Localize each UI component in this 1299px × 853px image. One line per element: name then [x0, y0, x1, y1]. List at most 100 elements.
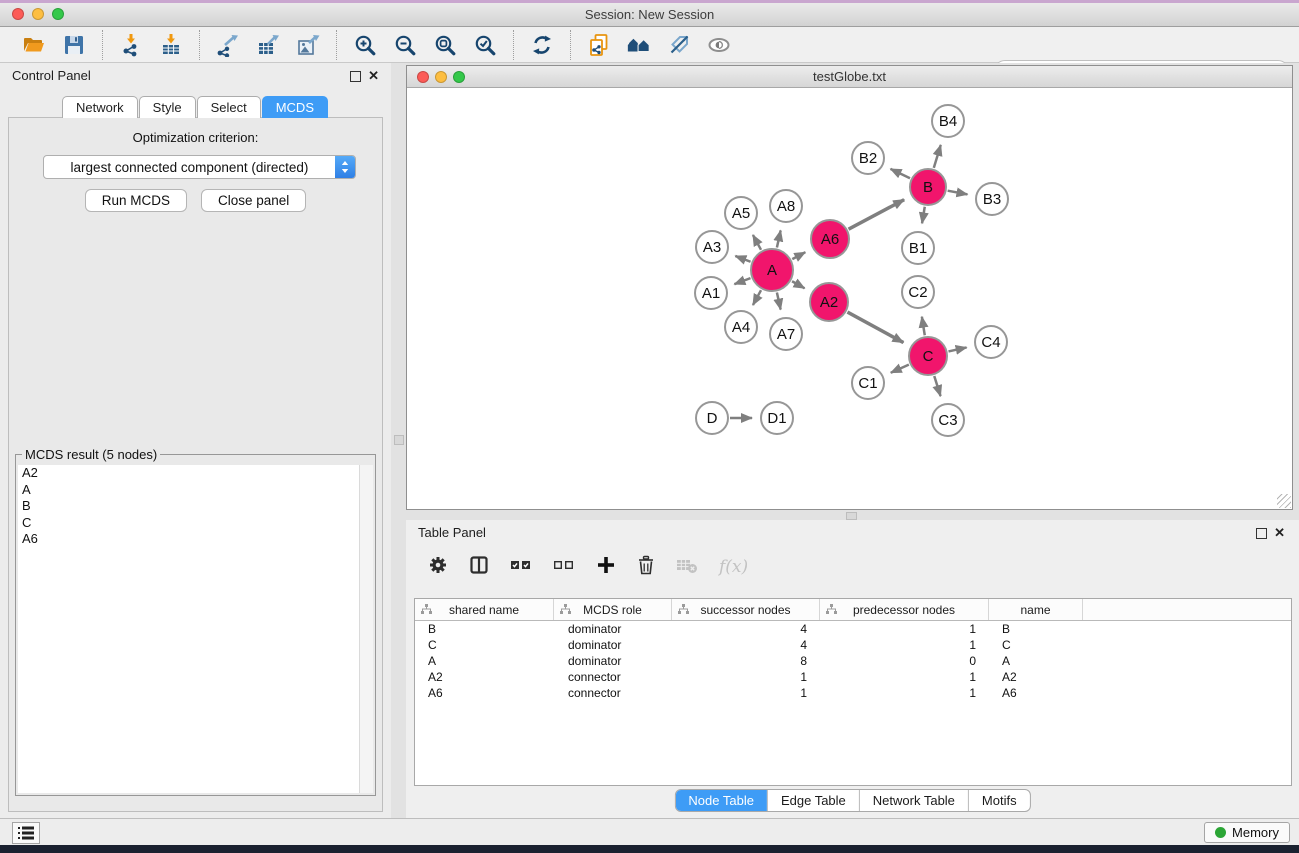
graph-edge-A-A6[interactable]: [792, 252, 805, 259]
table-toolbar: f(x): [406, 544, 748, 590]
graph-edge-A-A7[interactable]: [777, 292, 781, 309]
close-panel-icon[interactable]: ✕: [368, 68, 379, 84]
show-hide-graphics-icon[interactable]: [706, 32, 732, 58]
network-window-titlebar[interactable]: testGlobe.txt: [407, 66, 1292, 88]
zoom-in-icon[interactable]: [352, 32, 378, 58]
table-row[interactable]: A2connector11A2: [415, 669, 1291, 685]
result-item[interactable]: B: [18, 498, 373, 515]
table-row[interactable]: Bdominator41B: [415, 621, 1291, 637]
result-item[interactable]: A2: [18, 465, 373, 482]
tab-style[interactable]: Style: [139, 96, 196, 118]
tab-edge-table[interactable]: Edge Table: [767, 790, 859, 811]
memory-button[interactable]: Memory: [1204, 822, 1290, 843]
graph-edge-B-B1[interactable]: [922, 207, 925, 224]
tab-node-table[interactable]: Node Table: [675, 790, 767, 811]
export-image-icon[interactable]: [295, 32, 321, 58]
column-header-successor-nodes[interactable]: successor nodes: [672, 599, 820, 620]
column-header-shared-name[interactable]: shared name: [415, 599, 554, 620]
export-network-icon[interactable]: [215, 32, 241, 58]
minimize-window-button[interactable]: [32, 8, 44, 20]
close-window-button[interactable]: [12, 8, 24, 20]
clone-network-icon[interactable]: [586, 32, 612, 58]
maximize-window-button[interactable]: [52, 8, 64, 20]
result-item[interactable]: A6: [18, 531, 373, 548]
result-scrollbar[interactable]: [359, 465, 373, 793]
close-panel-button[interactable]: Close panel: [201, 189, 306, 212]
delete-column-icon[interactable]: [637, 555, 655, 580]
minimize-network-button[interactable]: [435, 71, 447, 83]
graph-edge-A-A5[interactable]: [753, 235, 761, 250]
tab-motifs[interactable]: Motifs: [968, 790, 1030, 811]
window-resize-grip[interactable]: [1277, 494, 1291, 508]
tab-mcds[interactable]: MCDS: [262, 96, 328, 118]
graph-edge-C-C4[interactable]: [948, 347, 966, 351]
table-row[interactable]: A6connector11A6: [415, 685, 1291, 701]
float-table-panel-icon[interactable]: [1256, 528, 1267, 539]
graph-edge-C-C3[interactable]: [934, 376, 940, 396]
run-mcds-button[interactable]: Run MCDS: [85, 189, 187, 212]
float-panel-icon[interactable]: [350, 71, 361, 82]
table-row[interactable]: Cdominator41C: [415, 637, 1291, 653]
toolbar-separator: [102, 30, 103, 60]
delete-table-icon[interactable]: [676, 555, 698, 580]
column-view-icon[interactable]: [469, 555, 489, 580]
tab-network-table[interactable]: Network Table: [859, 790, 968, 811]
graph-node-label-B2: B2: [859, 150, 877, 167]
table-cell: A: [989, 653, 1083, 669]
graph-edge-A-A8[interactable]: [777, 230, 781, 247]
table-row[interactable]: Adominator80A: [415, 653, 1291, 669]
first-neighbors-icon[interactable]: [626, 32, 652, 58]
save-session-icon[interactable]: [61, 32, 87, 58]
criterion-dropdown[interactable]: largest connected component (directed): [43, 155, 356, 179]
settings-icon[interactable]: [428, 555, 448, 580]
vertical-splitter[interactable]: [391, 63, 406, 818]
graph-edge-B-B4[interactable]: [934, 145, 941, 168]
tab-select[interactable]: Select: [197, 96, 261, 118]
select-all-columns-icon[interactable]: [510, 555, 532, 580]
graph-edge-C-C1[interactable]: [891, 365, 909, 373]
graph-edge-A-A1[interactable]: [734, 278, 750, 284]
recalculate-layout-icon[interactable]: [529, 32, 555, 58]
table-tabs: Node Table Edge Table Network Table Moti…: [674, 789, 1030, 812]
function-builder-icon[interactable]: f(x): [719, 557, 748, 577]
table-cell: A2: [989, 669, 1083, 685]
export-table-icon[interactable]: [255, 32, 281, 58]
table-cell: 8: [672, 653, 820, 669]
column-header-name[interactable]: name: [989, 599, 1083, 620]
result-item[interactable]: A: [18, 482, 373, 499]
table-panel-header: Table Panel ✕: [406, 520, 1299, 546]
task-history-button[interactable]: [12, 822, 40, 844]
horizontal-splitter-grip[interactable]: [846, 512, 857, 520]
graph-node-label-A8: A8: [777, 198, 795, 215]
zoom-selected-icon[interactable]: [472, 32, 498, 58]
open-file-icon[interactable]: [21, 32, 47, 58]
window-controls: [12, 8, 64, 20]
zoom-fit-icon[interactable]: [432, 32, 458, 58]
graph-edge-A-A3[interactable]: [735, 256, 750, 262]
close-table-panel-icon[interactable]: ✕: [1274, 525, 1285, 541]
tab-network[interactable]: Network: [62, 96, 138, 118]
graph-edge-C-C2[interactable]: [922, 317, 925, 336]
hide-annotations-icon[interactable]: [666, 32, 692, 58]
import-network-icon[interactable]: [118, 32, 144, 58]
graph-edge-A2-C[interactable]: [847, 312, 903, 343]
close-network-button[interactable]: [417, 71, 429, 83]
maximize-network-button[interactable]: [453, 71, 465, 83]
splitter-grip[interactable]: [394, 435, 404, 445]
import-table-icon[interactable]: [158, 32, 184, 58]
graph-edge-A-A4[interactable]: [753, 290, 761, 305]
graph-edge-B-B2[interactable]: [891, 169, 910, 178]
graph-edge-A-A2[interactable]: [792, 281, 805, 288]
toolbar-separator: [513, 30, 514, 60]
graph-edge-A6-B[interactable]: [849, 200, 905, 230]
network-graph[interactable]: B4B2BB3A8A5A6A3B1AA1C2A2A4A7C4CC1DD1C3: [407, 88, 1292, 509]
window-titlebar[interactable]: Session: New Session: [0, 3, 1299, 27]
column-header-mcds-role[interactable]: MCDS role: [554, 599, 672, 620]
result-item[interactable]: C: [18, 515, 373, 532]
graph-edge-B-B3[interactable]: [948, 191, 968, 195]
column-header-predecessor-nodes[interactable]: predecessor nodes: [820, 599, 989, 620]
zoom-out-icon[interactable]: [392, 32, 418, 58]
deselect-all-columns-icon[interactable]: [553, 555, 575, 580]
add-column-icon[interactable]: [596, 555, 616, 580]
mcds-result-list[interactable]: A2ABCA6: [18, 465, 373, 793]
